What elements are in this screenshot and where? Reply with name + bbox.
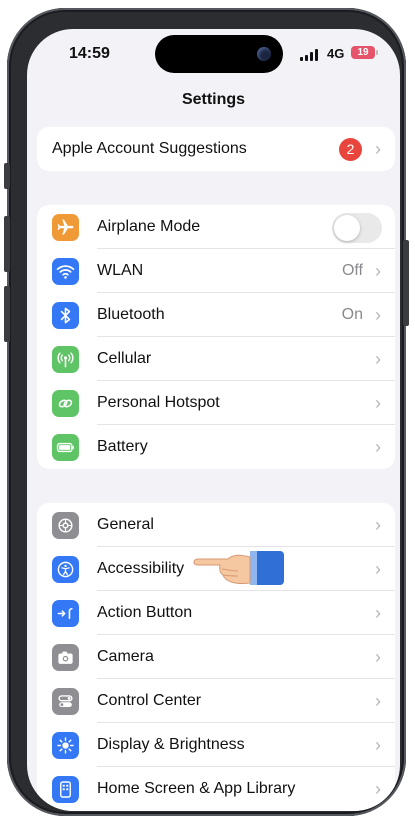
chevron-right-icon: › <box>375 559 381 579</box>
accessibility-icon <box>52 556 79 583</box>
chevron-right-icon: › <box>375 437 381 457</box>
row-label: Accessibility <box>97 560 185 577</box>
row-label: WLAN <box>97 262 144 279</box>
row-label: Cellular <box>97 350 152 367</box>
settings-item-display-brightness[interactable]: Display & Brightness › <box>37 723 395 767</box>
settings-item-personal-hotspot[interactable]: Personal Hotspot › <box>37 381 395 425</box>
chevron-right-icon: › <box>375 139 381 159</box>
row-label: Control Center <box>97 692 202 709</box>
screen: 14:59 4G 19 Settings Apple Account Sugge… <box>27 29 400 811</box>
wifi-icon <box>52 258 79 285</box>
row-label: Battery <box>97 438 148 455</box>
control-center-icon <box>52 688 79 715</box>
toggle-knob <box>334 215 360 241</box>
airplane-mode-toggle[interactable] <box>332 213 382 243</box>
row-label: Camera <box>97 648 154 665</box>
row-label: Home Screen & App Library <box>97 780 296 797</box>
chevron-right-icon: › <box>375 515 381 535</box>
dynamic-island <box>155 35 283 73</box>
status-time: 14:59 <box>69 45 110 62</box>
status-bar: 14:59 4G 19 <box>27 29 400 89</box>
chevron-right-icon: › <box>375 691 381 711</box>
chevron-right-icon: › <box>375 261 381 281</box>
row-label: General <box>97 516 154 533</box>
home-screen-icon <box>52 776 79 803</box>
sun-icon <box>52 732 79 759</box>
phone-frame: 14:59 4G 19 Settings Apple Account Sugge… <box>4 8 409 816</box>
settings-item-general[interactable]: General › <box>37 503 395 547</box>
settings-item-camera[interactable]: Camera › <box>37 635 395 679</box>
battery-indicator: 19 <box>351 46 378 59</box>
battery-icon <box>52 434 79 461</box>
volume-down-button <box>4 286 10 342</box>
settings-item-control-center[interactable]: Control Center › <box>37 679 395 723</box>
chevron-right-icon: › <box>375 349 381 369</box>
settings-item-action-button[interactable]: Action Button › <box>37 591 395 635</box>
settings-item-home-screen[interactable]: Home Screen & App Library › <box>37 767 395 811</box>
row-label: Display & Brightness <box>97 736 245 753</box>
chevron-right-icon: › <box>375 603 381 623</box>
settings-item-battery[interactable]: Battery › <box>37 425 395 469</box>
hotspot-icon <box>52 390 79 417</box>
gear-icon <box>52 512 79 539</box>
front-camera <box>257 47 271 61</box>
power-button <box>403 240 409 326</box>
volume-up-button <box>4 216 10 272</box>
bluetooth-status: On <box>341 306 363 323</box>
settings-item-cellular[interactable]: Cellular › <box>37 337 395 381</box>
row-label: Action Button <box>97 604 193 621</box>
row-label: Apple Account Suggestions <box>52 140 247 157</box>
action-button-icon <box>52 600 79 627</box>
chevron-right-icon: › <box>375 305 381 325</box>
apple-account-suggestions-row[interactable]: Apple Account Suggestions 2 › <box>37 127 395 171</box>
cellular-icon <box>52 346 79 373</box>
signal-icon <box>300 49 320 61</box>
airplane-icon <box>52 214 79 241</box>
page-title: Settings <box>181 91 246 108</box>
chevron-right-icon: › <box>375 647 381 667</box>
chevron-right-icon: › <box>375 779 381 799</box>
settings-item-wlan[interactable]: WLAN Off › <box>37 249 395 293</box>
chevron-right-icon: › <box>375 393 381 413</box>
account-group: Apple Account Suggestions 2 › <box>37 127 395 171</box>
row-label: Personal Hotspot <box>97 394 220 411</box>
bluetooth-icon <box>52 302 79 329</box>
settings-item-bluetooth[interactable]: Bluetooth On › <box>37 293 395 337</box>
action-side-button <box>4 163 10 189</box>
chevron-right-icon: › <box>375 735 381 755</box>
notification-badge: 2 <box>339 138 362 161</box>
pointing-hand-icon <box>193 551 284 585</box>
settings-item-airplane-mode[interactable]: Airplane Mode <box>37 205 395 249</box>
camera-icon <box>52 644 79 671</box>
network-type: 4G <box>327 46 345 61</box>
wlan-status: Off <box>341 262 363 279</box>
row-label: Airplane Mode <box>97 218 201 235</box>
row-label: Bluetooth <box>97 306 165 323</box>
connectivity-group: Airplane Mode WLAN Off › Bluetooth On › <box>37 205 395 469</box>
